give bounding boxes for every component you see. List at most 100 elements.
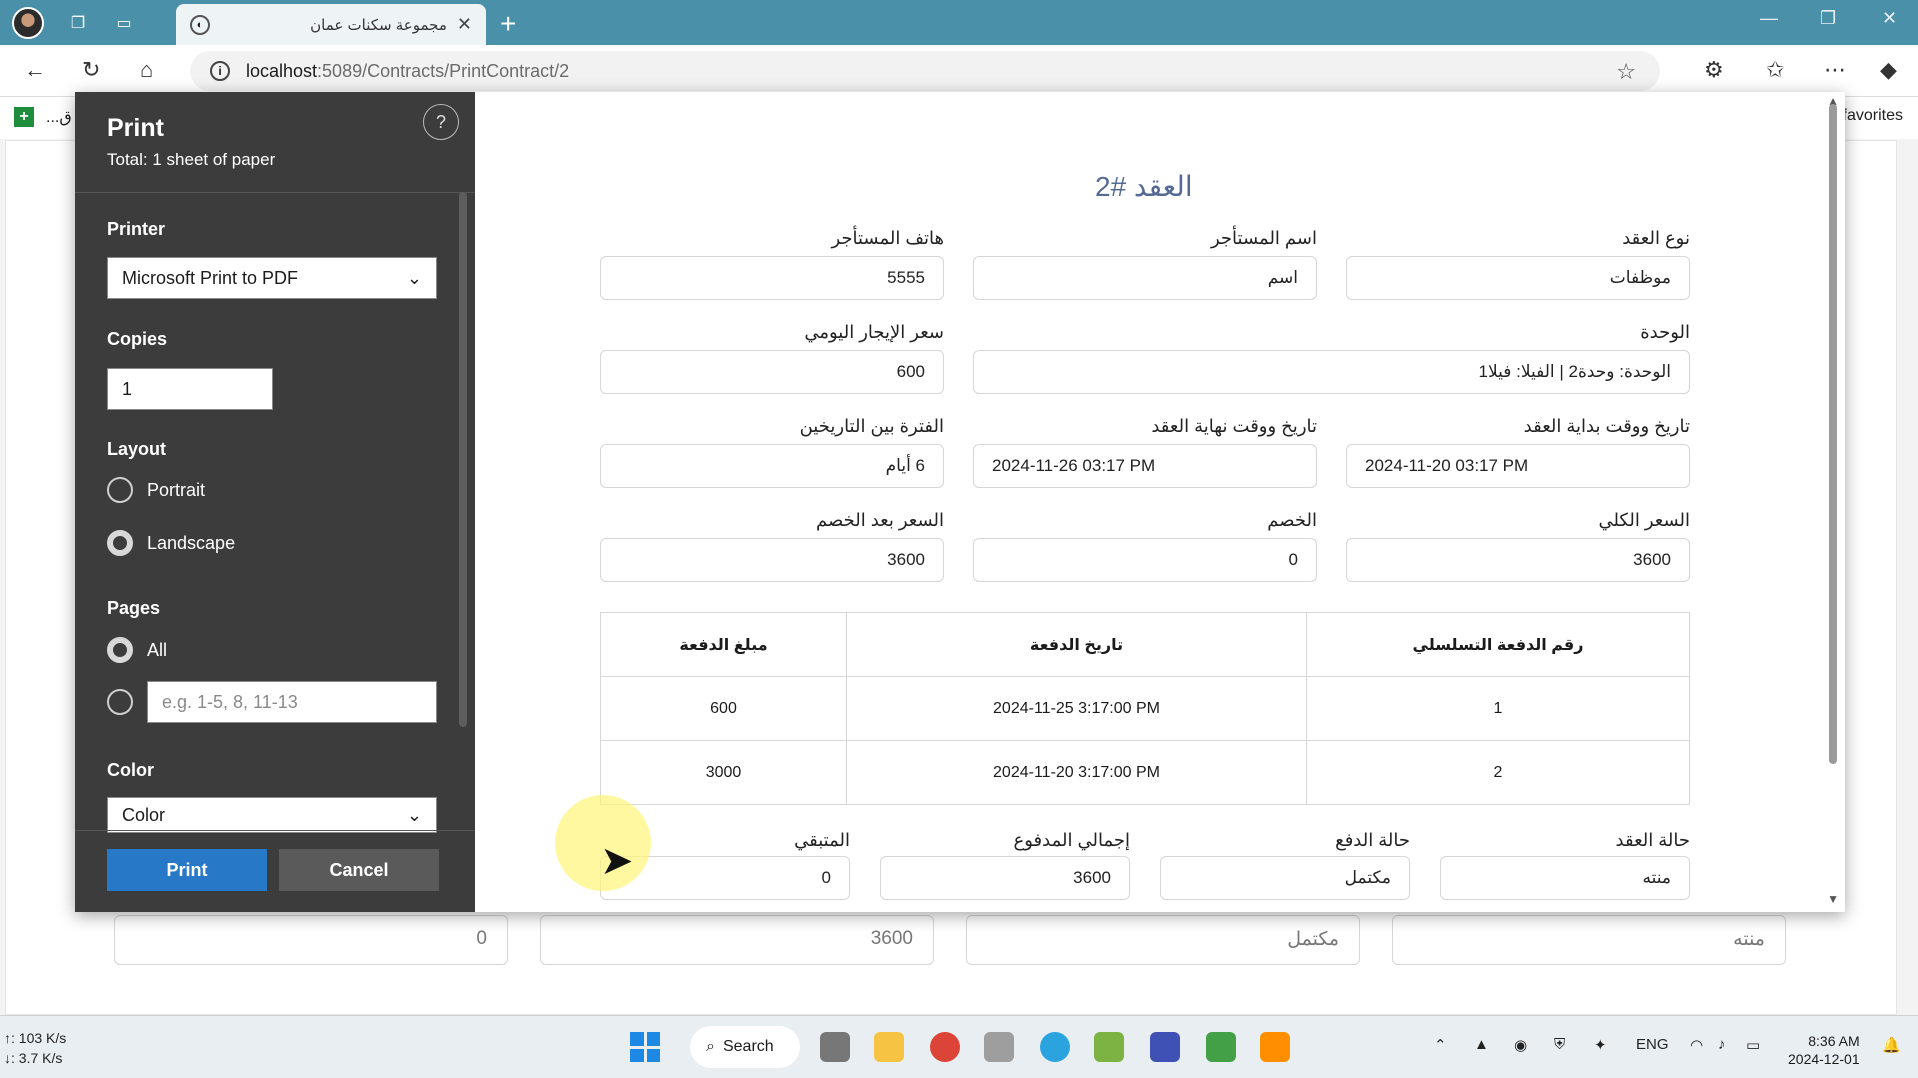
chrome-icon[interactable]	[930, 1032, 960, 1062]
total-price-value: 3600	[1346, 538, 1690, 582]
minimize-button[interactable]: —	[1760, 8, 1778, 29]
tab-favicon-icon: ◐	[190, 14, 210, 35]
more-menu-icon[interactable]: ⋯	[1824, 57, 1846, 83]
settings-scrollbar[interactable]	[459, 192, 467, 727]
battery-icon[interactable]: ▭	[1746, 1036, 1760, 1054]
copies-input[interactable]: 1	[107, 368, 273, 410]
col-header-seq: رقم الدفعة التسلسلي	[1306, 612, 1690, 677]
taskbar-search[interactable]: ⌕ Search	[690, 1026, 800, 1068]
layout-label: Layout	[107, 439, 167, 459]
tray-vlc-icon[interactable]: ▲	[1474, 1036, 1489, 1053]
table-row: 2 2024-11-20 3:17:00 PM 3000	[600, 740, 1690, 805]
back-icon[interactable]: ←	[24, 57, 46, 83]
total-paid-value: 3600	[880, 856, 1130, 900]
new-tab-button[interactable]: +	[500, 8, 516, 40]
tray-app-icon[interactable]: ◉	[1514, 1036, 1527, 1054]
divider	[75, 192, 475, 193]
start-date-label: تاريخ ووقت بداية العقد	[1523, 416, 1690, 436]
color-value: Color	[122, 804, 166, 825]
sheet-count: Total: 1 sheet of paper	[107, 150, 276, 169]
pages-custom-option[interactable]	[107, 689, 133, 715]
pages-custom-radio[interactable]	[107, 689, 133, 715]
unit-value: الوحدة: وحدة2 | الفيلا: فيلا1	[973, 350, 1690, 394]
print-title: Print	[107, 114, 164, 142]
copies-label: Copies	[107, 329, 168, 349]
close-tab-icon[interactable]: ✕	[457, 14, 472, 35]
tenant-name-label: اسم المستأجر	[1211, 228, 1317, 248]
divider	[75, 830, 475, 831]
app-icon[interactable]	[1150, 1032, 1180, 1062]
contract-type-value: موظفات	[1346, 256, 1690, 300]
pages-all-radio[interactable]	[107, 637, 133, 663]
copilot-icon[interactable]: ◆	[1880, 57, 1897, 83]
profile-avatar[interactable]	[12, 6, 44, 39]
tray-app-icon[interactable]: ✦	[1594, 1036, 1607, 1054]
portrait-label: Portrait	[147, 479, 206, 500]
date: 2024-12-01	[1788, 1051, 1860, 1067]
preview-scrollbar[interactable]	[1829, 104, 1837, 764]
bookmark-label[interactable]: ...ق	[46, 107, 72, 127]
favorite-star-icon[interactable]: ☆	[1616, 59, 1636, 85]
bg-contract-status: منته	[1392, 915, 1786, 965]
net-download: ↓: 3.7 K/s	[4, 1050, 63, 1066]
tenant-phone-label: هاتف المستأجر	[831, 228, 944, 248]
end-date-value: 2024-11-26 03:17 PM	[973, 444, 1317, 488]
cell-amount: 3000	[600, 740, 847, 805]
task-view-icon[interactable]	[820, 1032, 850, 1062]
table-row: 1 2024-11-25 3:17:00 PM 600	[600, 676, 1690, 741]
extensions-icon[interactable]: ⚙	[1704, 57, 1724, 83]
file-explorer-icon[interactable]	[874, 1032, 904, 1062]
printer-select[interactable]: Microsoft Print to PDF ⌄	[107, 257, 437, 299]
col-header-date: تاريخ الدفعة	[846, 612, 1307, 677]
start-date-value: 2024-11-20 03:17 PM	[1346, 444, 1690, 488]
taskbar-clock[interactable]: 8:36 AM 2024-12-01	[1788, 1032, 1860, 1068]
tray-shield-icon[interactable]: ⛨	[1554, 1036, 1565, 1053]
remaining-label: المتبقي	[794, 830, 850, 850]
home-icon[interactable]: ⌂	[140, 57, 153, 83]
address-bar[interactable]: i localhost:5089/Contracts/PrintContract…	[190, 51, 1660, 91]
favorites-icon[interactable]: ✩	[1766, 57, 1784, 83]
print-button[interactable]: Print	[107, 849, 267, 891]
close-window-button[interactable]: ✕	[1882, 8, 1897, 29]
portrait-radio[interactable]	[107, 477, 133, 503]
browser-tab[interactable]: ◐ مجموعة سكنات عمان ✕	[176, 4, 486, 45]
print-settings-panel: Print Total: 1 sheet of paper ? Printer …	[75, 92, 475, 912]
time: 8:36 AM	[1808, 1033, 1860, 1049]
language-indicator[interactable]: ENG	[1636, 1036, 1669, 1053]
notification-icon[interactable]: 🔔	[1882, 1036, 1901, 1054]
wifi-icon[interactable]: ◠	[1690, 1036, 1703, 1054]
workspaces-icon[interactable]: ❐	[62, 7, 94, 39]
camtasia-icon[interactable]	[1206, 1032, 1236, 1062]
pages-label: Pages	[107, 598, 161, 618]
app-icon[interactable]	[1094, 1032, 1124, 1062]
net-upload: ↑: 103 K/s	[4, 1030, 67, 1046]
telegram-icon[interactable]	[1040, 1032, 1070, 1062]
bg-total-paid: 3600	[540, 915, 934, 965]
refresh-icon[interactable]: ↻	[82, 57, 100, 83]
restore-button[interactable]: ❐	[1820, 8, 1836, 29]
bookmark-sheet-icon[interactable]: +	[14, 107, 34, 127]
start-windows-icon[interactable]	[630, 1032, 660, 1062]
layout-landscape-option[interactable]: Landscape	[107, 530, 235, 556]
url-path: :5089/Contracts/PrintContract/2	[317, 60, 570, 81]
pages-range-input[interactable]: e.g. 1-5, 8, 11-13	[147, 681, 437, 723]
volume-icon[interactable]: ♪	[1718, 1036, 1726, 1053]
printer-label: Printer	[107, 219, 166, 239]
favorites-label[interactable]: favorites	[1843, 107, 1903, 125]
vlc-icon[interactable]	[1260, 1032, 1290, 1062]
color-select[interactable]: Color ⌄	[107, 797, 437, 833]
site-info-icon[interactable]: i	[210, 61, 230, 81]
pages-all-label: All	[147, 639, 168, 660]
landscape-radio[interactable]	[107, 530, 133, 556]
layout-portrait-option[interactable]: Portrait	[107, 477, 205, 503]
scroll-down-icon[interactable]: ▼	[1827, 892, 1839, 906]
app-icon[interactable]	[984, 1032, 1014, 1062]
pages-all-option[interactable]: All	[107, 637, 167, 663]
cancel-button[interactable]: Cancel	[279, 849, 439, 891]
period-label: الفترة بين التاريخين	[799, 416, 944, 436]
tray-chevron-icon[interactable]: ⌃	[1434, 1036, 1447, 1054]
col-header-amount: مبلغ الدفعة	[600, 612, 847, 677]
help-icon[interactable]: ?	[423, 104, 459, 140]
cell-seq: 2	[1306, 740, 1690, 805]
tab-actions-icon[interactable]: ▭	[108, 7, 140, 39]
